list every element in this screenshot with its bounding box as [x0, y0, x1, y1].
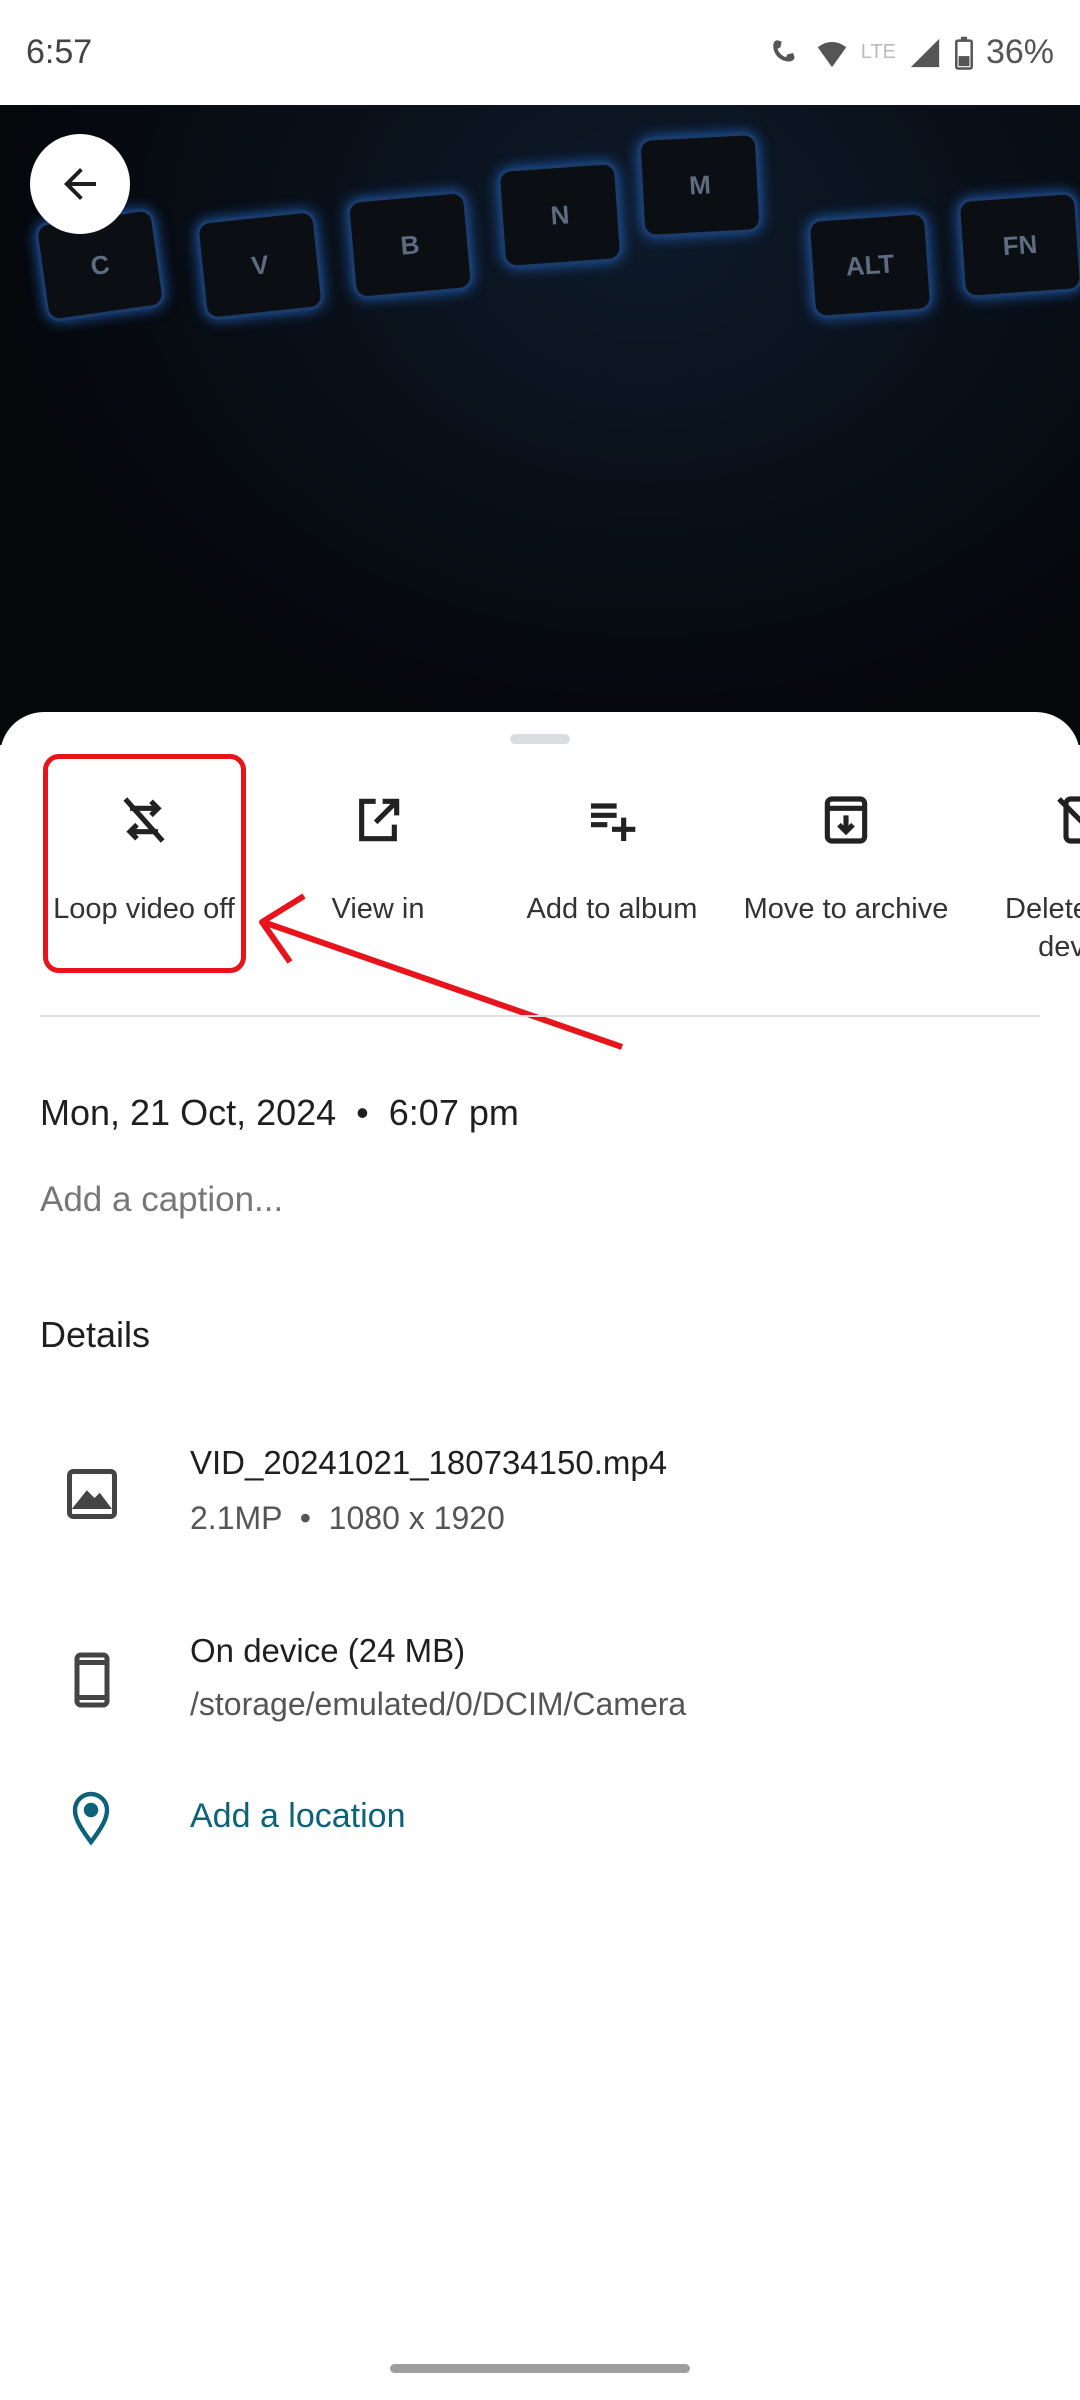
annotation-highlight-box [43, 754, 246, 973]
wifi-calling-icon [772, 39, 795, 61]
file-name: VID_20241021_180734150.mp4 [190, 1444, 668, 1481]
storage-info: On device (24 MB) [190, 1632, 466, 1669]
back-button[interactable] [30, 134, 130, 234]
signal-icon [910, 38, 940, 67]
network-type: LTE [860, 41, 896, 63]
location-pin-icon [72, 1791, 110, 1846]
keyboard-key: V [195, 209, 325, 321]
move-to-archive-button[interactable]: Move to archive [729, 772, 963, 1002]
open-in-new-icon [359, 798, 400, 842]
keyboard-key: FN [956, 190, 1080, 300]
home-indicator[interactable] [390, 2364, 690, 2373]
drag-handle[interactable] [510, 734, 570, 744]
file-meta: 2.1MP • 1080 x 1920 [190, 1500, 505, 1536]
video-player[interactable]: C V B N M ALT FN [0, 105, 1080, 745]
arrow-back-icon [64, 168, 96, 200]
keyboard-key: B [345, 189, 475, 301]
mobile-off-icon [1057, 796, 1080, 844]
action-label: Move to archive [743, 893, 949, 925]
action-label: Add to album [526, 893, 698, 925]
file-path: /storage/emulated/0/DCIM/Camera [190, 1686, 687, 1722]
delete-from-device-button[interactable]: Delete from device [963, 772, 1080, 1002]
status-bar: 6:57 LTE 36% [0, 0, 1080, 105]
image-icon [67, 1469, 117, 1519]
battery-level: 36% [985, 33, 1054, 71]
archive-icon [824, 796, 868, 844]
details-heading: Details [40, 1314, 151, 1355]
caption-input[interactable]: Add a caption... [40, 1180, 283, 1220]
view-in-button[interactable]: View in [261, 772, 495, 1002]
wifi-icon [817, 41, 846, 67]
phone-icon [74, 1652, 110, 1708]
action-label: Delete from device [1005, 893, 1080, 963]
add-location-link[interactable]: Add a location [190, 1797, 406, 1836]
add-to-album-button[interactable]: Add to album [495, 772, 729, 1002]
date-time: Mon, 21 Oct, 2024 • 6:07 pm [40, 1092, 519, 1133]
divider [40, 1015, 1040, 1017]
keyboard-key: N [496, 160, 624, 270]
battery-icon [954, 36, 973, 70]
keyboard-key: M [637, 131, 763, 239]
playlist-add-icon [591, 803, 636, 841]
clock: 6:57 [26, 33, 93, 71]
action-label: View in [331, 893, 425, 925]
keyboard-key: ALT [806, 210, 934, 320]
